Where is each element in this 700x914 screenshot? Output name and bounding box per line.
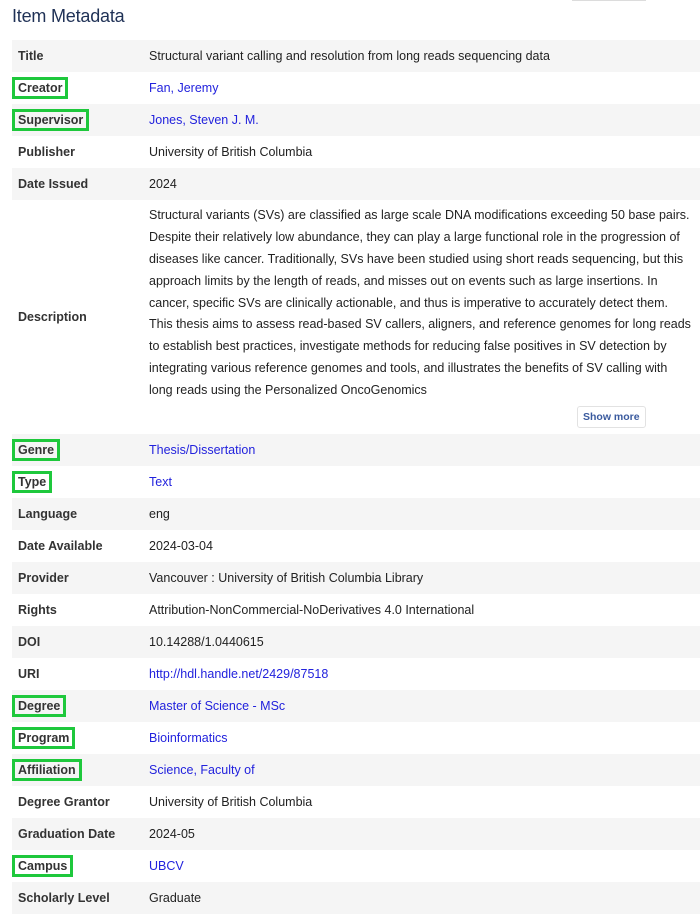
row-scholarly-level: Scholarly Level Graduate: [12, 882, 700, 914]
row-degree-grantor: Degree Grantor University of British Col…: [12, 786, 700, 818]
label-rights: Rights: [18, 603, 57, 617]
label-degree: Degree: [11, 695, 67, 717]
creator-link[interactable]: Fan, Jeremy: [149, 81, 218, 95]
label-graduation-date: Graduation Date: [18, 827, 116, 841]
top-tab-fragment: [572, 0, 646, 1]
row-affiliation: Affiliation Science, Faculty of: [12, 754, 700, 786]
value-degree-grantor: University of British Columbia: [149, 795, 313, 809]
row-creator: Creator Fan, Jeremy: [11, 72, 700, 104]
label-uri: URI: [18, 667, 40, 681]
value-title: Structural variant calling and resolutio…: [149, 49, 550, 63]
label-affiliation: Affiliation: [12, 759, 82, 781]
row-genre: Genre Thesis/Dissertation: [11, 434, 700, 466]
value-provider: Vancouver : University of British Columb…: [149, 571, 424, 585]
label-campus: Campus: [11, 855, 74, 877]
campus-link[interactable]: UBCV: [149, 859, 184, 873]
affiliation-link[interactable]: Science, Faculty of: [149, 763, 255, 777]
row-campus: Campus UBCV: [11, 850, 700, 882]
label-title: Title: [18, 49, 44, 63]
row-program: Program Bioinformatics: [11, 722, 700, 754]
label-genre: Genre: [11, 439, 61, 461]
row-graduation-date: Graduation Date 2024-05: [12, 818, 700, 850]
row-degree: Degree Master of Science - MSc: [11, 690, 700, 722]
row-rights: Rights Attribution-NonCommercial-NoDeriv…: [12, 594, 700, 626]
row-publisher: Publisher University of British Columbia: [12, 136, 700, 168]
metadata-table: Title Structural variant calling and res…: [11, 40, 700, 914]
value-description: Structural variants (SVs) are classified…: [149, 208, 691, 397]
program-link[interactable]: Bioinformatics: [149, 731, 228, 745]
label-publisher: Publisher: [18, 145, 75, 159]
row-provider: Provider Vancouver : University of Briti…: [12, 562, 700, 594]
label-program: Program: [11, 727, 76, 749]
value-publisher: University of British Columbia: [149, 145, 313, 159]
label-language: Language: [18, 507, 78, 521]
label-provider: Provider: [18, 571, 69, 585]
row-supervisor: Supervisor Jones, Steven J. M.: [11, 104, 700, 136]
label-doi: DOI: [18, 635, 41, 649]
label-creator: Creator: [11, 77, 69, 99]
label-type: Type: [11, 471, 53, 493]
row-description: Description Structural variants (SVs) ar…: [12, 200, 700, 434]
label-degree-grantor: Degree Grantor: [18, 795, 110, 809]
row-type: Type Text: [11, 466, 700, 498]
row-language: Language eng: [12, 498, 700, 530]
row-uri: URI http://hdl.handle.net/2429/87518: [12, 658, 700, 690]
label-description: Description: [18, 310, 87, 324]
row-title: Title Structural variant calling and res…: [12, 40, 700, 72]
uri-link[interactable]: http://hdl.handle.net/2429/87518: [149, 667, 328, 681]
value-language: eng: [149, 507, 170, 521]
genre-link[interactable]: Thesis/Dissertation: [149, 443, 255, 457]
show-more-button[interactable]: Show more: [577, 405, 646, 428]
supervisor-link[interactable]: Jones, Steven J. M.: [149, 113, 259, 127]
value-scholarly-level: Graduate: [149, 891, 202, 905]
row-doi: DOI 10.14288/1.0440615: [12, 626, 700, 658]
label-supervisor: Supervisor: [11, 109, 90, 131]
value-date-issued: 2024: [149, 177, 177, 191]
label-scholarly-level: Scholarly Level: [18, 891, 110, 905]
label-date-issued: Date Issued: [18, 177, 89, 191]
value-date-available: 2024-03-04: [149, 539, 213, 553]
row-date-available: Date Available 2024-03-04: [12, 530, 700, 562]
type-link[interactable]: Text: [149, 475, 172, 489]
label-date-available: Date Available: [18, 539, 103, 553]
value-graduation-date: 2024-05: [149, 827, 195, 841]
degree-link[interactable]: Master of Science - MSc: [149, 699, 285, 713]
page-title: Item Metadata: [12, 6, 125, 26]
value-doi: 10.14288/1.0440615: [149, 635, 264, 649]
row-date-issued: Date Issued 2024: [12, 168, 700, 200]
value-rights: Attribution-NonCommercial-NoDerivatives …: [149, 603, 475, 617]
